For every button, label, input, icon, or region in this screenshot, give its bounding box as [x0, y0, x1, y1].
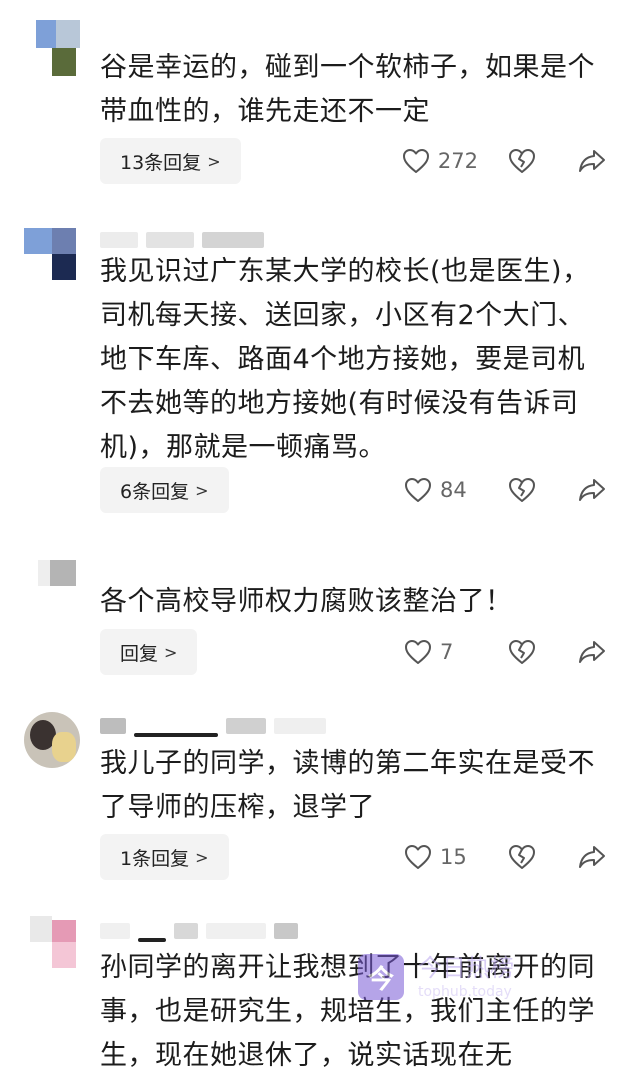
like-button[interactable]: 7 — [404, 639, 478, 665]
comment-text: 谷是幸运的，碰到一个软柿子，如果是个带血性的，谁先走还不一定 — [100, 52, 595, 127]
replies-button[interactable]: 13条回复 > — [100, 138, 241, 184]
share-button[interactable] — [578, 639, 606, 665]
replies-label: 13条回复 — [120, 151, 202, 174]
share-arrow-icon — [578, 477, 606, 503]
avatar[interactable] — [24, 556, 80, 612]
username — [100, 229, 264, 251]
comment-text: 我见识过广东某大学的校长(也是医生)，司机每天接、送回家，小区有2个大门、地下车… — [100, 256, 590, 463]
like-count: 84 — [440, 478, 467, 502]
heart-outline-icon — [404, 477, 432, 503]
broken-heart-icon — [508, 844, 536, 870]
avatar[interactable] — [24, 228, 80, 284]
like-button[interactable]: 84 — [404, 477, 478, 503]
like-button[interactable]: 272 — [402, 148, 478, 174]
comment-actions: 15 — [404, 834, 606, 880]
dislike-button[interactable] — [508, 639, 536, 665]
chevron-right-icon: > — [164, 642, 178, 662]
comment-text: 孙同学的离开让我想到了十年前离开的同事，也是研究生，规培生，我们主任的学生，现在… — [100, 952, 595, 1071]
replies-button[interactable]: 6条回复 > — [100, 467, 229, 513]
broken-heart-icon — [508, 477, 536, 503]
username — [100, 920, 298, 942]
replies-button[interactable]: 1条回复 > — [100, 834, 229, 880]
share-arrow-icon — [578, 844, 606, 870]
replies-label: 1条回复 — [120, 847, 190, 870]
comment-actions: 7 — [404, 629, 606, 675]
replies-label: 回复 — [120, 642, 159, 665]
replies-label: 6条回复 — [120, 480, 190, 503]
heart-outline-icon — [402, 148, 430, 174]
comment-text: 各个高校导师权力腐败该整治了！ — [100, 586, 513, 617]
broken-heart-icon — [508, 639, 536, 665]
broken-heart-icon — [508, 148, 536, 174]
share-arrow-icon — [578, 148, 606, 174]
like-count: 7 — [440, 640, 454, 664]
share-button[interactable] — [578, 844, 606, 870]
like-count: 15 — [440, 845, 467, 869]
username — [100, 715, 326, 737]
like-button[interactable]: 15 — [404, 844, 478, 870]
replies-button[interactable]: 回复 > — [100, 629, 198, 675]
share-button[interactable] — [578, 477, 606, 503]
heart-outline-icon — [404, 639, 432, 665]
like-count: 272 — [437, 149, 478, 173]
dislike-button[interactable] — [508, 477, 536, 503]
share-arrow-icon — [578, 639, 606, 665]
avatar[interactable] — [24, 20, 80, 76]
chevron-right-icon: > — [207, 151, 221, 171]
chevron-right-icon: > — [195, 847, 209, 867]
heart-outline-icon — [404, 844, 432, 870]
dislike-button[interactable] — [508, 844, 536, 870]
chevron-right-icon: > — [195, 480, 209, 500]
avatar[interactable] — [24, 712, 80, 768]
comment-actions: 272 — [402, 138, 606, 184]
share-button[interactable] — [578, 148, 606, 174]
comment-text: 我儿子的同学，读博的第二年实在是受不了导师的压榨，退学了 — [100, 748, 595, 823]
dislike-button[interactable] — [508, 148, 536, 174]
avatar[interactable] — [24, 916, 80, 972]
comment-actions: 84 — [404, 467, 606, 513]
